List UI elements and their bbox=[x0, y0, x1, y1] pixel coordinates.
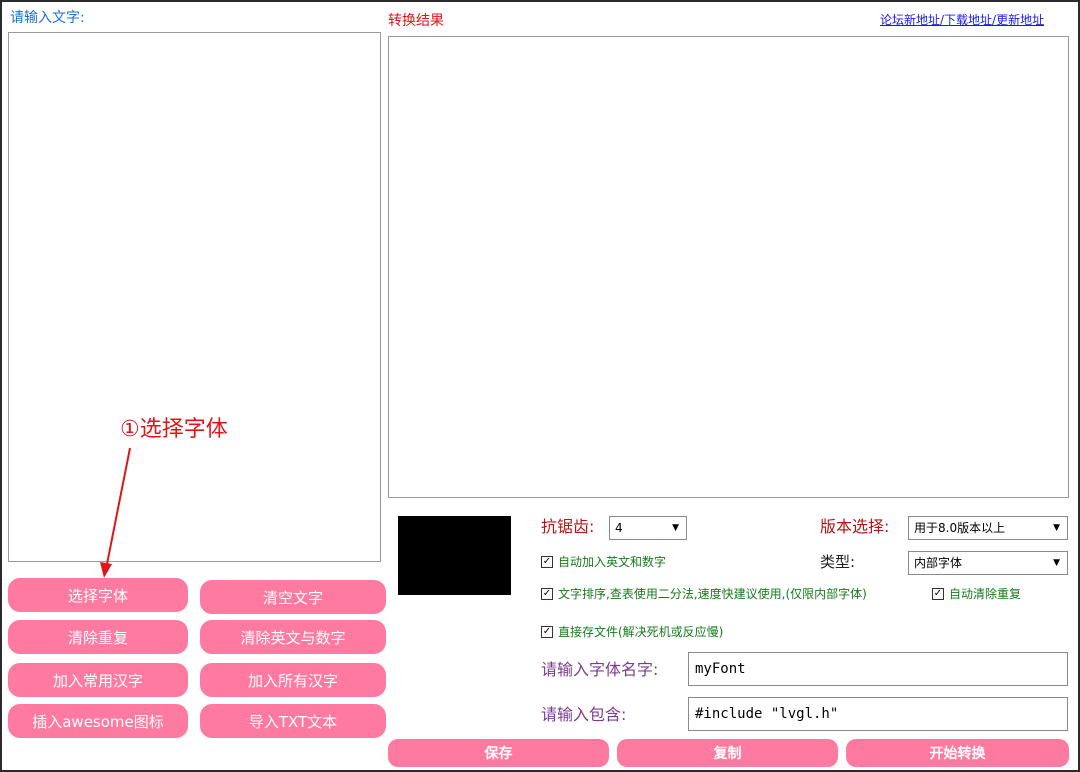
checkbox-checked-icon: ✓ bbox=[932, 588, 944, 600]
auto-add-en-digits-checkbox[interactable]: ✓ 自动加入英文和数字 bbox=[541, 554, 666, 570]
save-button[interactable]: 保存 bbox=[388, 739, 609, 767]
import-txt-button[interactable]: 导入TXT文本 bbox=[200, 704, 386, 738]
include-label: 请输入包含: bbox=[541, 705, 627, 724]
select-font-button[interactable]: 选择字体 bbox=[8, 578, 188, 612]
type-value: 内部字体 bbox=[914, 556, 963, 570]
version-dropdown[interactable]: 用于8.0版本以上 ▼ bbox=[908, 516, 1068, 540]
antialias-label: 抗锯齿: bbox=[541, 517, 595, 536]
auto-remove-dup-checkbox[interactable]: ✓ 自动清除重复 bbox=[932, 586, 1021, 602]
type-label: 类型: bbox=[820, 553, 856, 571]
checkbox-checked-icon: ✓ bbox=[541, 588, 553, 600]
include-input[interactable]: #include "lvgl.h" bbox=[688, 697, 1068, 731]
remove-english-digits-button[interactable]: 清除英文与数字 bbox=[200, 620, 386, 654]
font-name-input[interactable]: myFont bbox=[688, 652, 1068, 686]
add-all-chinese-button[interactable]: 加入所有汉字 bbox=[200, 663, 386, 697]
insert-awesome-button[interactable]: 插入awesome图标 bbox=[8, 704, 188, 738]
input-label: 请输入文字: bbox=[10, 10, 85, 26]
copy-button[interactable]: 复制 bbox=[617, 739, 838, 767]
result-label: 转换结果 bbox=[388, 13, 444, 29]
add-common-chinese-button[interactable]: 加入常用汉字 bbox=[8, 663, 188, 697]
antialias-value: 4 bbox=[615, 521, 623, 535]
chevron-down-icon: ▼ bbox=[1053, 523, 1060, 533]
direct-save-checkbox[interactable]: ✓ 直接存文件(解决死机或反应慢) bbox=[541, 624, 723, 640]
annotation-text: ①选择字体 bbox=[120, 417, 228, 442]
sort-text-checkbox[interactable]: ✓ 文字排序,查表使用二分法,速度快建议使用,(仅限内部字体) bbox=[541, 586, 867, 602]
input-textarea[interactable] bbox=[8, 32, 381, 562]
checkbox-checked-icon: ✓ bbox=[541, 556, 553, 568]
checkbox-checked-icon: ✓ bbox=[541, 626, 553, 638]
direct-save-label: 直接存文件(解决死机或反应慢) bbox=[558, 625, 724, 639]
forum-link[interactable]: 论坛新地址/下载地址/更新地址 bbox=[880, 12, 1044, 28]
type-dropdown[interactable]: 内部字体 ▼ bbox=[908, 551, 1068, 575]
chevron-down-icon: ▼ bbox=[672, 523, 679, 533]
font-name-label: 请输入字体名字: bbox=[541, 660, 659, 679]
clear-text-button[interactable]: 清空文字 bbox=[200, 580, 386, 614]
chevron-down-icon: ▼ bbox=[1053, 558, 1060, 568]
remove-duplicates-button[interactable]: 清除重复 bbox=[8, 620, 188, 654]
version-label: 版本选择: bbox=[820, 517, 890, 536]
result-textarea[interactable] bbox=[388, 36, 1069, 498]
sort-text-label: 文字排序,查表使用二分法,速度快建议使用,(仅限内部字体) bbox=[558, 587, 867, 601]
auto-remove-dup-label: 自动清除重复 bbox=[949, 587, 1022, 601]
antialias-dropdown[interactable]: 4 ▼ bbox=[609, 516, 687, 540]
start-convert-button[interactable]: 开始转换 bbox=[846, 739, 1069, 767]
version-value: 用于8.0版本以上 bbox=[914, 521, 1006, 535]
auto-add-en-digits-label: 自动加入英文和数字 bbox=[558, 555, 667, 569]
font-preview bbox=[398, 516, 511, 595]
